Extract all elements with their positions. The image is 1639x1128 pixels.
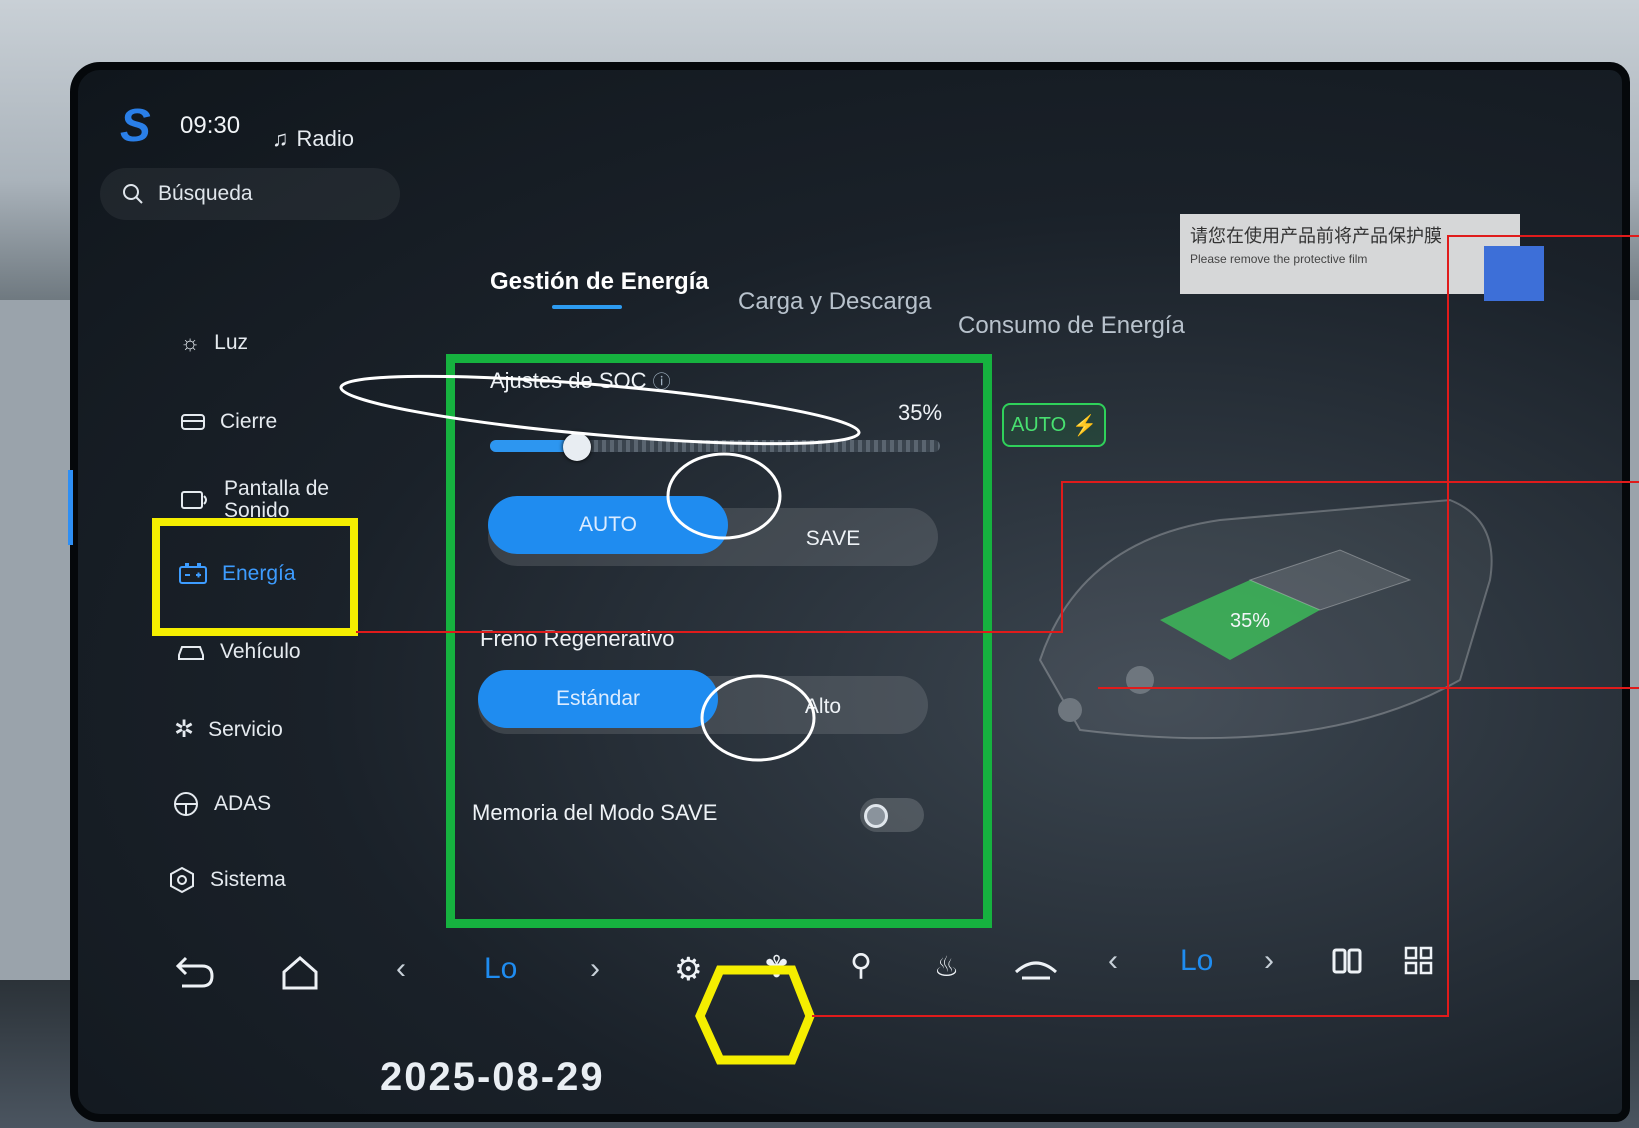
highlight-regen-ellipse <box>700 674 816 762</box>
callout-line-energia <box>356 481 1639 633</box>
highlight-soc-title-ellipse <box>339 374 861 446</box>
highlight-slider-ellipse <box>666 452 782 540</box>
highlight-dock-hexagon <box>695 965 815 1065</box>
callout-line-dock <box>812 235 1639 1017</box>
annotation-overlay <box>339 235 1639 1065</box>
